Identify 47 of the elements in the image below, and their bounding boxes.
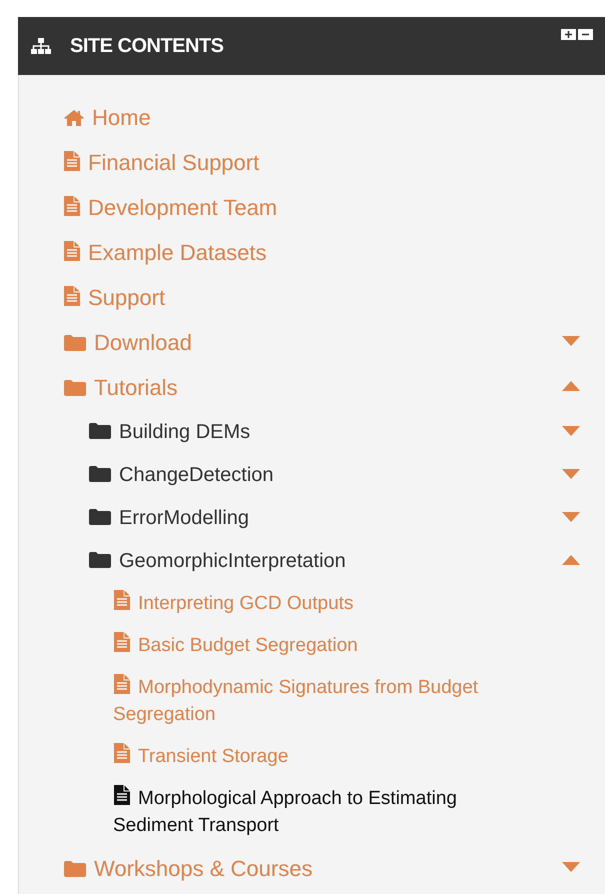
folder-icon (63, 334, 87, 352)
folder-link[interactable]: ChangeDetection (88, 453, 562, 496)
nav-link[interactable]: Financial Support (63, 140, 605, 185)
plus-icon (565, 31, 572, 38)
document-icon (63, 194, 81, 216)
folder-icon (88, 550, 112, 568)
folder-icon (88, 508, 112, 526)
folder-link[interactable]: GeomorphicInterpretation (88, 539, 562, 582)
folder-icon (63, 860, 87, 878)
nav-link[interactable]: Example Datasets (63, 230, 605, 275)
caret-down-icon[interactable] (562, 862, 580, 872)
folder-link[interactable]: Download (63, 320, 562, 365)
nav-link[interactable]: Home (63, 95, 605, 140)
document-icon (63, 284, 81, 306)
nav-link[interactable]: Transient Storage (113, 735, 513, 777)
folder-link[interactable]: Building DEMs (88, 410, 562, 453)
nav-link[interactable]: Basic Budget Segregation (113, 624, 513, 666)
document-icon (113, 631, 131, 653)
home-icon (63, 108, 85, 126)
caret-down-icon[interactable] (562, 469, 580, 479)
block-title: SITE CONTENTS (70, 34, 224, 58)
folder-link[interactable]: Workshops & Courses (63, 846, 562, 891)
nav-link[interactable]: Support (63, 275, 605, 320)
expand-button[interactable] (561, 29, 576, 40)
sitemap-icon (30, 37, 52, 55)
document-icon (113, 742, 131, 764)
folder-link[interactable]: Tutorials (63, 365, 562, 410)
document-icon (113, 589, 131, 611)
nav-link[interactable]: Development Team (63, 185, 605, 230)
caret-down-icon[interactable] (562, 512, 580, 522)
nav-link[interactable]: Interpreting GCD Outputs (113, 582, 513, 624)
document-icon (113, 673, 131, 695)
caret-up-icon[interactable] (562, 555, 580, 565)
caret-down-icon[interactable] (562, 426, 580, 436)
caret-down-icon[interactable] (562, 336, 580, 346)
caret-up-icon[interactable] (562, 381, 580, 391)
document-icon (63, 150, 81, 172)
nav-link[interactable]: Morphological Approach to Estimating Sediment Transport (113, 777, 513, 846)
document-icon (63, 240, 81, 262)
folder-icon (88, 464, 112, 482)
folder-link[interactable]: ErrorModelling (88, 496, 562, 539)
folder-icon (63, 378, 87, 396)
nav-link[interactable]: Morphodynamic Signatures from Budget Segregation (113, 666, 513, 735)
document-icon (113, 784, 131, 806)
folder-icon (88, 422, 112, 440)
collapse-button[interactable] (578, 29, 593, 40)
minus-icon (582, 31, 589, 38)
